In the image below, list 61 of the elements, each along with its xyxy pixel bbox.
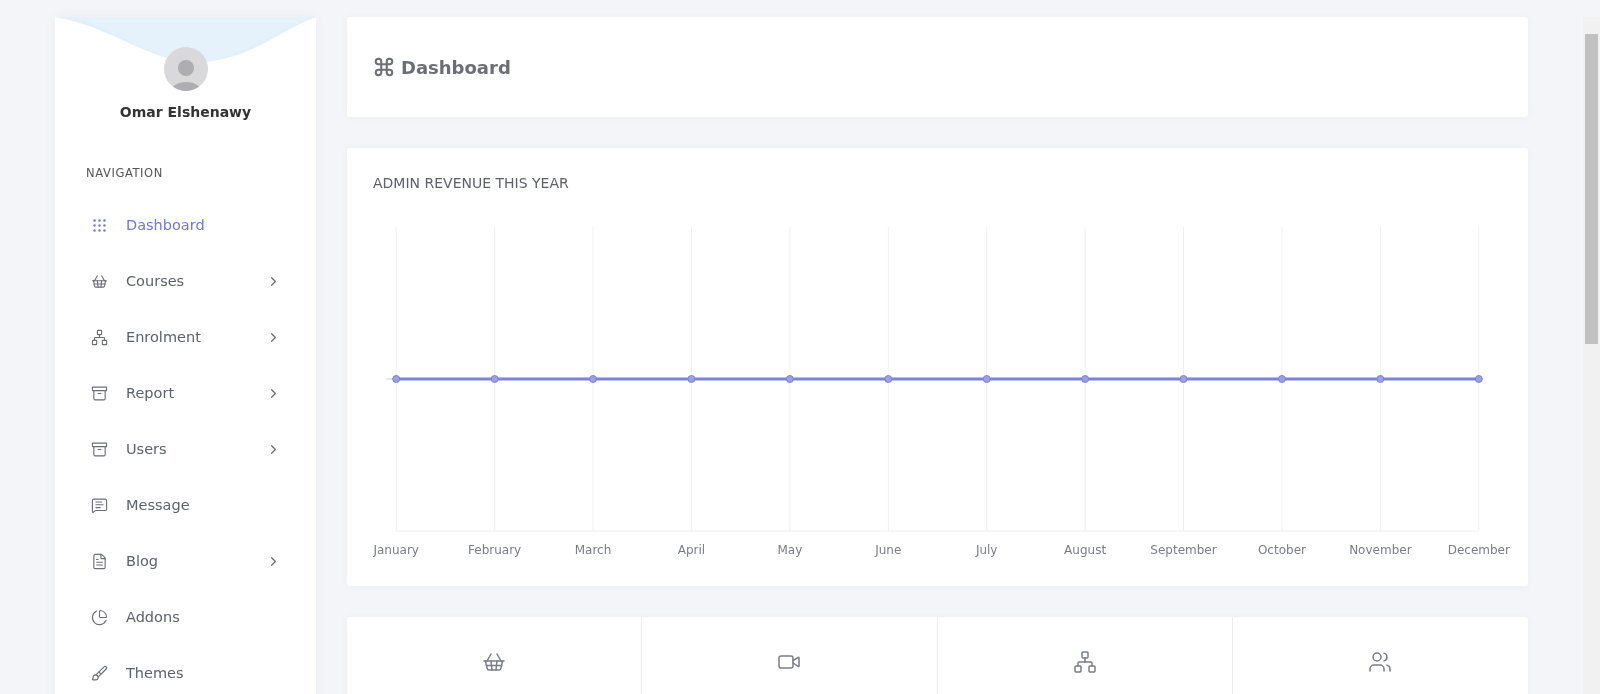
nav-label: Themes bbox=[126, 665, 185, 681]
nav-item[interactable]: Courses bbox=[55, 253, 316, 309]
data-point bbox=[884, 375, 893, 383]
nav-item[interactable]: Dashboard bbox=[55, 197, 316, 253]
data-point bbox=[589, 375, 598, 383]
command-icon bbox=[373, 56, 395, 78]
brush-icon bbox=[91, 664, 108, 682]
month-label: August bbox=[1063, 543, 1108, 557]
data-point bbox=[785, 375, 794, 383]
message-icon bbox=[91, 496, 108, 514]
data-point bbox=[982, 375, 991, 383]
month-label: December bbox=[1446, 543, 1511, 557]
month-label: April bbox=[676, 543, 707, 557]
avatar bbox=[163, 47, 208, 91]
month-label: July bbox=[974, 543, 999, 557]
month-label: September bbox=[1149, 543, 1218, 557]
month-label: November bbox=[1348, 543, 1413, 557]
data-point bbox=[1474, 375, 1483, 383]
nav-label: Dashboard bbox=[126, 217, 206, 233]
nav-label: Courses bbox=[126, 273, 186, 289]
hierarchy-icon bbox=[91, 328, 108, 346]
pie-chart-icon bbox=[91, 608, 108, 626]
nav-item[interactable]: Blog bbox=[55, 533, 316, 589]
grid-icon bbox=[91, 216, 108, 234]
data-point bbox=[1081, 375, 1090, 383]
nav-item[interactable]: Report bbox=[55, 365, 316, 421]
user-name: Omar Elshenawy bbox=[118, 104, 253, 120]
scrollbar[interactable] bbox=[1583, 17, 1600, 694]
nav-item[interactable]: Message bbox=[55, 477, 316, 533]
month-label: May bbox=[776, 543, 804, 557]
data-point bbox=[1277, 375, 1286, 383]
users-icon bbox=[1368, 650, 1393, 674]
month-label: January bbox=[372, 543, 420, 557]
document-icon bbox=[91, 552, 108, 570]
month-label: June bbox=[873, 543, 903, 557]
nav-label: Addons bbox=[126, 609, 181, 625]
month-label: October bbox=[1256, 543, 1307, 557]
basket-icon bbox=[91, 272, 108, 290]
chart-title: ADMIN REVENUE THIS YEAR bbox=[372, 174, 570, 191]
nav-label: Report bbox=[126, 385, 176, 401]
hierarchy-icon bbox=[1072, 650, 1097, 674]
nav-label: Blog bbox=[126, 553, 160, 569]
nav-item[interactable]: Users bbox=[55, 421, 316, 477]
basket-icon bbox=[482, 650, 507, 674]
data-point bbox=[1376, 375, 1385, 383]
month-label: March bbox=[573, 543, 613, 557]
data-point bbox=[1179, 375, 1188, 383]
nav-item[interactable]: Themes bbox=[55, 645, 316, 694]
nav-label: Users bbox=[126, 441, 168, 457]
section-title: NAVIGATION bbox=[86, 166, 164, 180]
nav-label: Message bbox=[126, 497, 191, 513]
data-point bbox=[490, 375, 499, 383]
data-point bbox=[392, 375, 401, 383]
nav-item[interactable]: Addons bbox=[55, 589, 316, 645]
nav-item[interactable]: Enrolment bbox=[55, 309, 316, 365]
archive-icon bbox=[91, 384, 108, 402]
month-label: February bbox=[467, 543, 523, 557]
archive-icon bbox=[91, 440, 108, 458]
nav-label: Enrolment bbox=[126, 329, 202, 345]
data-point bbox=[687, 375, 696, 383]
page-title: Dashboard bbox=[401, 56, 511, 78]
